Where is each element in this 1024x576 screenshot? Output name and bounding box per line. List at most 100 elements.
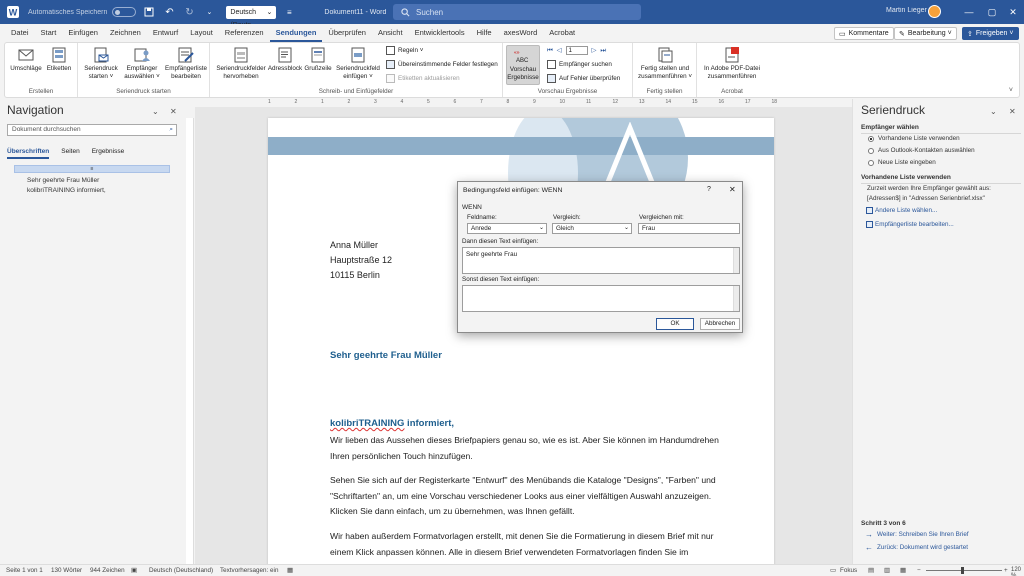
tab-headings[interactable]: Überschriften [7, 148, 50, 159]
scrollbar[interactable] [733, 286, 739, 311]
zoom-out-icon[interactable]: − [917, 567, 921, 574]
close-pane-icon[interactable]: ✕ [170, 107, 177, 116]
comparison-select[interactable]: Gleich ⌄ [552, 223, 632, 234]
insert-merge-field-button[interactable]: Seriendruckfeld einfügen ˅ [334, 47, 382, 80]
tab-layout[interactable]: Layout [184, 24, 219, 42]
zoom-level[interactable]: 120 % [1011, 567, 1024, 576]
character-count[interactable]: 944 Zeichen [90, 567, 125, 574]
else-text-input[interactable] [462, 285, 740, 312]
collapse-ribbon-icon[interactable]: ˅ [1009, 87, 1013, 94]
print-layout-icon[interactable]: ▥ [884, 567, 890, 574]
address-block-button[interactable]: Adressblock [266, 47, 304, 73]
tab-einfügen[interactable]: Einfügen [62, 24, 104, 42]
more-commands-icon[interactable]: ≡ [282, 5, 296, 19]
select-other-list-link[interactable]: Andere Liste wählen... [866, 207, 937, 214]
previous-step-link[interactable]: ← Zurück: Dokument wird gestartet [865, 543, 968, 552]
navigation-search-input[interactable]: Dokument durchsuchen ⌕ [7, 124, 177, 136]
greeting-line-button[interactable]: Grußzeile [304, 47, 332, 73]
edit-recipient-list-button[interactable]: Empfängerliste bearbeiten [164, 47, 208, 80]
web-layout-icon[interactable]: ▦ [900, 567, 906, 574]
search-input[interactable]: Suchen [393, 4, 641, 20]
finish-merge-button[interactable]: Fertig stellen und zusammenführen ˅ [635, 47, 695, 80]
scrollbar[interactable] [733, 248, 739, 273]
envelopes-button[interactable]: Umschläge [10, 47, 42, 73]
customize-dropdown-icon[interactable]: ⌄ [202, 5, 216, 19]
pane-options-icon[interactable]: ⌄ [152, 107, 159, 116]
tab-axesword[interactable]: axesWord [498, 24, 544, 42]
share-button[interactable]: ⇪ Freigeben ˅ [962, 27, 1019, 40]
proofing-icon[interactable]: ▣ [131, 567, 137, 574]
cancel-button[interactable]: Abbrechen [700, 318, 740, 330]
accessibility-icon[interactable]: ▦ [287, 567, 293, 574]
zoom-in-icon[interactable]: + [1004, 567, 1008, 574]
update-labels-button[interactable]: Etiketten aktualisieren [386, 74, 460, 83]
search-icon[interactable]: ⌕ [169, 125, 173, 135]
check-errors-button[interactable]: Auf Fehler überprüfen [547, 74, 620, 83]
tab-entwurf[interactable]: Entwurf [147, 24, 184, 42]
first-record-icon[interactable]: ⏮ [547, 47, 553, 55]
zoom-slider-thumb[interactable] [961, 567, 964, 574]
next-step-link[interactable]: → Weiter: Schreiben Sie Ihren Brief [865, 530, 969, 539]
language-status[interactable]: Deutsch (Deutschland) [149, 567, 213, 574]
start-mail-merge-button[interactable]: Seriendruck starten ˅ [82, 47, 120, 80]
nav-heading-item[interactable]: kolibriTRAINING informiert, [27, 187, 106, 194]
navigation-selected-heading[interactable]: ≡ [14, 165, 170, 173]
close-icon[interactable]: ✕ [729, 185, 736, 194]
avatar[interactable] [928, 5, 941, 18]
help-icon[interactable]: ? [707, 186, 711, 193]
tab-zeichnen[interactable]: Zeichnen [104, 24, 147, 42]
ok-button[interactable]: OK [656, 318, 694, 330]
tab-start[interactable]: Start [35, 24, 63, 42]
language-select[interactable]: Deutsch (Deuts⌄ [226, 5, 277, 29]
previous-record-icon[interactable]: ◁ [557, 47, 562, 54]
focus-icon[interactable]: ▭ [830, 567, 836, 574]
tab-acrobat[interactable]: Acrobat [543, 24, 581, 42]
read-mode-icon[interactable]: ▤ [868, 567, 874, 574]
tab-datei[interactable]: Datei [5, 24, 35, 42]
undo-icon[interactable]: ↶ [162, 5, 176, 19]
zoom-slider[interactable] [926, 570, 1002, 571]
radio-existing-list[interactable]: Vorhandene Liste verwenden [868, 135, 960, 142]
minimize-icon[interactable]: — [962, 5, 976, 19]
next-record-icon[interactable]: ▷ [592, 47, 597, 54]
pane-options-icon[interactable]: ⌄ [990, 107, 997, 116]
record-number-input[interactable]: 1 [565, 46, 588, 55]
text-prediction-status[interactable]: Textvorhersagen: ein [220, 567, 278, 574]
tab-pages[interactable]: Seiten [61, 148, 79, 159]
tab-überprüfen[interactable]: Überprüfen [322, 24, 372, 42]
merge-to-pdf-button[interactable]: In Adobe PDF-Datei zusammenführen [699, 47, 765, 80]
save-icon[interactable] [142, 5, 156, 19]
autosave-toggle[interactable] [112, 7, 137, 17]
last-record-icon[interactable]: ⏭ [600, 47, 606, 55]
field-name-select[interactable]: Anrede ⌄ [467, 223, 547, 234]
word-count[interactable]: 130 Wörter [51, 567, 82, 574]
find-recipient-button[interactable]: Empfänger suchen [547, 60, 612, 69]
tab-entwicklertools[interactable]: Entwicklertools [409, 24, 471, 42]
labels-button[interactable]: Etiketten [45, 47, 73, 73]
page-count[interactable]: Seite 1 von 1 [6, 567, 43, 574]
tab-results[interactable]: Ergebnisse [92, 148, 125, 159]
focus-button[interactable]: Fokus [840, 567, 857, 574]
close-icon[interactable]: ✕ [1006, 5, 1020, 19]
close-pane-icon[interactable]: ✕ [1009, 107, 1016, 116]
tab-sendungen[interactable]: Sendungen [269, 24, 323, 42]
match-fields-button[interactable]: Übereinstimmende Felder festlegen [386, 60, 498, 69]
highlight-merge-fields-button[interactable]: Seriendruckfelder hervorheben [214, 47, 268, 80]
nav-heading-item[interactable]: Sehr geehrte Frau Müller [27, 177, 99, 184]
tab-hilfe[interactable]: Hilfe [471, 24, 498, 42]
select-recipients-button[interactable]: Empfänger auswählen ˅ [122, 47, 162, 80]
radio-new-list[interactable]: Neue Liste eingeben [868, 159, 936, 166]
compare-to-input[interactable]: Frau [638, 223, 740, 234]
editing-mode-button[interactable]: ✎ Bearbeitung ˅ [894, 27, 957, 40]
rules-button[interactable]: Regeln ˅ [386, 46, 423, 55]
edit-recipient-list-link[interactable]: Empfängerliste bearbeiten... [866, 221, 954, 228]
radio-outlook-contacts[interactable]: Aus Outlook-Kontakten auswählen [868, 147, 975, 154]
preview-results-button[interactable]: «» ABC Vorschau Ergebnisse [506, 45, 540, 85]
then-text-input[interactable]: Sehr geehrte Frau [462, 247, 740, 274]
else-text-label: Sonst diesen Text einfügen: [462, 276, 540, 283]
tab-referenzen[interactable]: Referenzen [219, 24, 270, 42]
maximize-icon[interactable]: ▢ [985, 5, 999, 19]
redo-icon[interactable]: ↻ [182, 5, 196, 19]
tab-ansicht[interactable]: Ansicht [372, 24, 409, 42]
comments-button[interactable]: ▭ Kommentare [834, 27, 894, 40]
